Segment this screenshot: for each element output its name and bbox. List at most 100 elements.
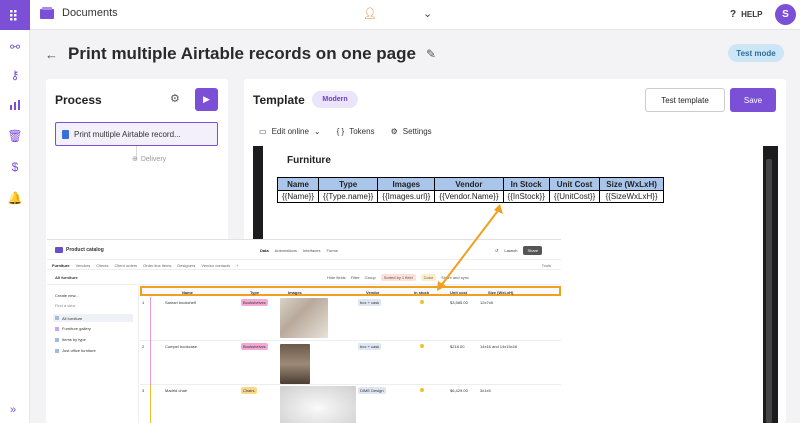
airtable-top-actions: ↺ Launch Share	[495, 246, 543, 255]
table-tab: Furniture	[52, 262, 70, 268]
token-cell: {{InStock}}	[502, 190, 550, 203]
gear-icon: ⚙	[390, 127, 398, 136]
row-number: 3	[142, 388, 145, 393]
trash-icon[interactable]: 🗑	[0, 125, 30, 147]
process-step-document[interactable]: Print multiple Airtable record...	[55, 122, 218, 146]
bell-icon[interactable]: 🔔	[0, 187, 30, 209]
expand-sidebar-icon[interactable]: »	[10, 404, 16, 416]
type-tag: Bookshelves	[241, 299, 268, 306]
template-toolbar: ▭ Edit online ⌄ { } Tokens ⚙ Settings	[259, 127, 432, 136]
unit-cost-cell: $3,585.00	[450, 300, 468, 305]
monitor-icon: ▭	[259, 127, 267, 136]
table-row: 2 Compel bookcase Bookshelves box + cask…	[140, 341, 561, 385]
column-header: Vendor	[434, 177, 504, 191]
run-button[interactable]: ▶	[195, 88, 218, 111]
column-header: Unit Cost	[548, 177, 601, 191]
play-icon: ▶	[203, 94, 210, 104]
view-tool: Group	[364, 275, 376, 280]
process-icon[interactable]: ⚯	[0, 36, 30, 58]
tokens-button[interactable]: { } Tokens	[337, 127, 375, 136]
table-tab: Vendor contacts	[201, 262, 231, 268]
column-header: Size (WxLxH)	[599, 177, 664, 191]
airtable-views-sidebar: Create new... Find a view All furniture …	[47, 286, 139, 423]
tools-label: Tools	[541, 262, 551, 268]
row-color-stripe	[150, 385, 151, 423]
save-button[interactable]: Save	[730, 88, 776, 112]
column-header: Vendor	[366, 290, 380, 295]
edit-online-label: Edit online	[271, 127, 309, 136]
table-tab: Clients	[96, 262, 109, 268]
token-cell: {{Type.name}}	[318, 190, 379, 203]
sidebar-item: Furniture gallery	[55, 326, 91, 331]
in-stock-icon	[420, 300, 424, 304]
column-header: Images	[377, 177, 436, 191]
user-selector[interactable]: 👤︎ ⌄	[363, 7, 432, 20]
table-row: 3 Madrid chair Chairs DIME Design $6,429…	[140, 385, 561, 423]
airtable-table-tabs: Furniture Vendors Clients Client orders …	[47, 261, 561, 270]
sidebar-item: Just office furniture	[55, 348, 96, 353]
view-tool: Color	[420, 274, 437, 281]
table-header-row: Name Type Images Vendor In Stock Unit Co…	[276, 177, 664, 191]
airtable-column-headers: Name Type Images Vendor In stock Unit co…	[140, 286, 561, 296]
edit-title-icon[interactable]: ✎	[426, 47, 436, 61]
product-image	[280, 344, 310, 384]
sidebar-item-label: Create new...	[55, 293, 79, 298]
question-icon: ?	[730, 9, 737, 20]
template-title: Template	[253, 93, 305, 107]
settings-button[interactable]: ⚙ Settings	[391, 127, 432, 136]
tab-forms: Forms	[326, 248, 338, 253]
type-tag: Bookshelves	[241, 343, 268, 350]
furniture-table: Name Type Images Vendor In Stock Unit Co…	[276, 177, 664, 203]
tab-interfaces: Interfaces	[302, 248, 321, 253]
token-cell: {{Images.url}}	[377, 190, 436, 203]
table-tab: +	[236, 262, 239, 268]
size-cell: 14x16 and 14x15x16	[480, 344, 518, 349]
base-logo-icon	[55, 247, 63, 253]
help-button[interactable]: ? HELP	[730, 9, 762, 20]
app-switcher[interactable]: Documents	[40, 7, 118, 19]
view-tool: Hide fields	[327, 275, 346, 280]
history-icon: ↺	[495, 248, 499, 253]
gear-icon[interactable]: ⚙	[170, 92, 180, 105]
template-style-badge[interactable]: Modern	[312, 91, 358, 108]
test-mode-badge[interactable]: Test mode	[728, 44, 784, 62]
apps-grid-icon[interactable]	[0, 0, 30, 30]
sidebar-item-label: Furniture gallery	[62, 326, 91, 331]
edit-online-button[interactable]: ▭ Edit online ⌄	[259, 127, 321, 136]
column-header: Name	[182, 290, 193, 295]
column-header: Images	[288, 290, 302, 295]
bar-chart-icon[interactable]	[0, 94, 30, 116]
table-tab: Vendors	[75, 262, 91, 268]
in-stock-icon	[420, 344, 424, 348]
name-cell: Samari bookshelf	[165, 300, 196, 305]
column-header: Type	[318, 177, 379, 191]
unit-cost-cell: $218.00	[450, 344, 465, 349]
view-tool: Share and sync	[441, 275, 469, 280]
plus-icon: ⊕	[132, 156, 138, 163]
avatar[interactable]: S	[775, 4, 796, 25]
sidebar-item-label: All furniture	[62, 315, 83, 321]
document-scrollbar[interactable]	[766, 159, 772, 423]
document-heading: Furniture	[287, 155, 331, 166]
vendor-tag: DIME Design	[358, 387, 386, 394]
sidebar-item: Items by type	[55, 337, 86, 342]
add-delivery-button[interactable]: ⊕ Delivery	[132, 155, 166, 164]
row-number: 2	[142, 344, 145, 349]
help-label: HELP	[741, 10, 763, 19]
column-header: Name	[276, 177, 320, 191]
key-icon[interactable]: ⚷	[0, 64, 30, 86]
braces-icon: { }	[336, 127, 345, 136]
test-template-button[interactable]: Test template	[645, 88, 725, 112]
dollar-icon[interactable]: $	[0, 156, 30, 178]
column-header: Size (WxLxH)	[488, 290, 514, 295]
back-arrow-icon[interactable]: ←	[45, 47, 58, 62]
table-row: 1 Samari bookshelf Bookshelves box + cas…	[140, 297, 561, 341]
view-tools: Hide fields Filter Group Sorted by 1 fie…	[327, 274, 469, 281]
gallery-view-icon	[55, 326, 59, 331]
row-color-stripe	[150, 341, 151, 385]
type-tag: Chairs	[241, 387, 257, 394]
column-header: Unit cost	[450, 290, 468, 295]
documents-icon	[40, 7, 54, 19]
product-image	[280, 298, 328, 338]
page-title: Print multiple Airtable records on one p…	[68, 44, 416, 63]
